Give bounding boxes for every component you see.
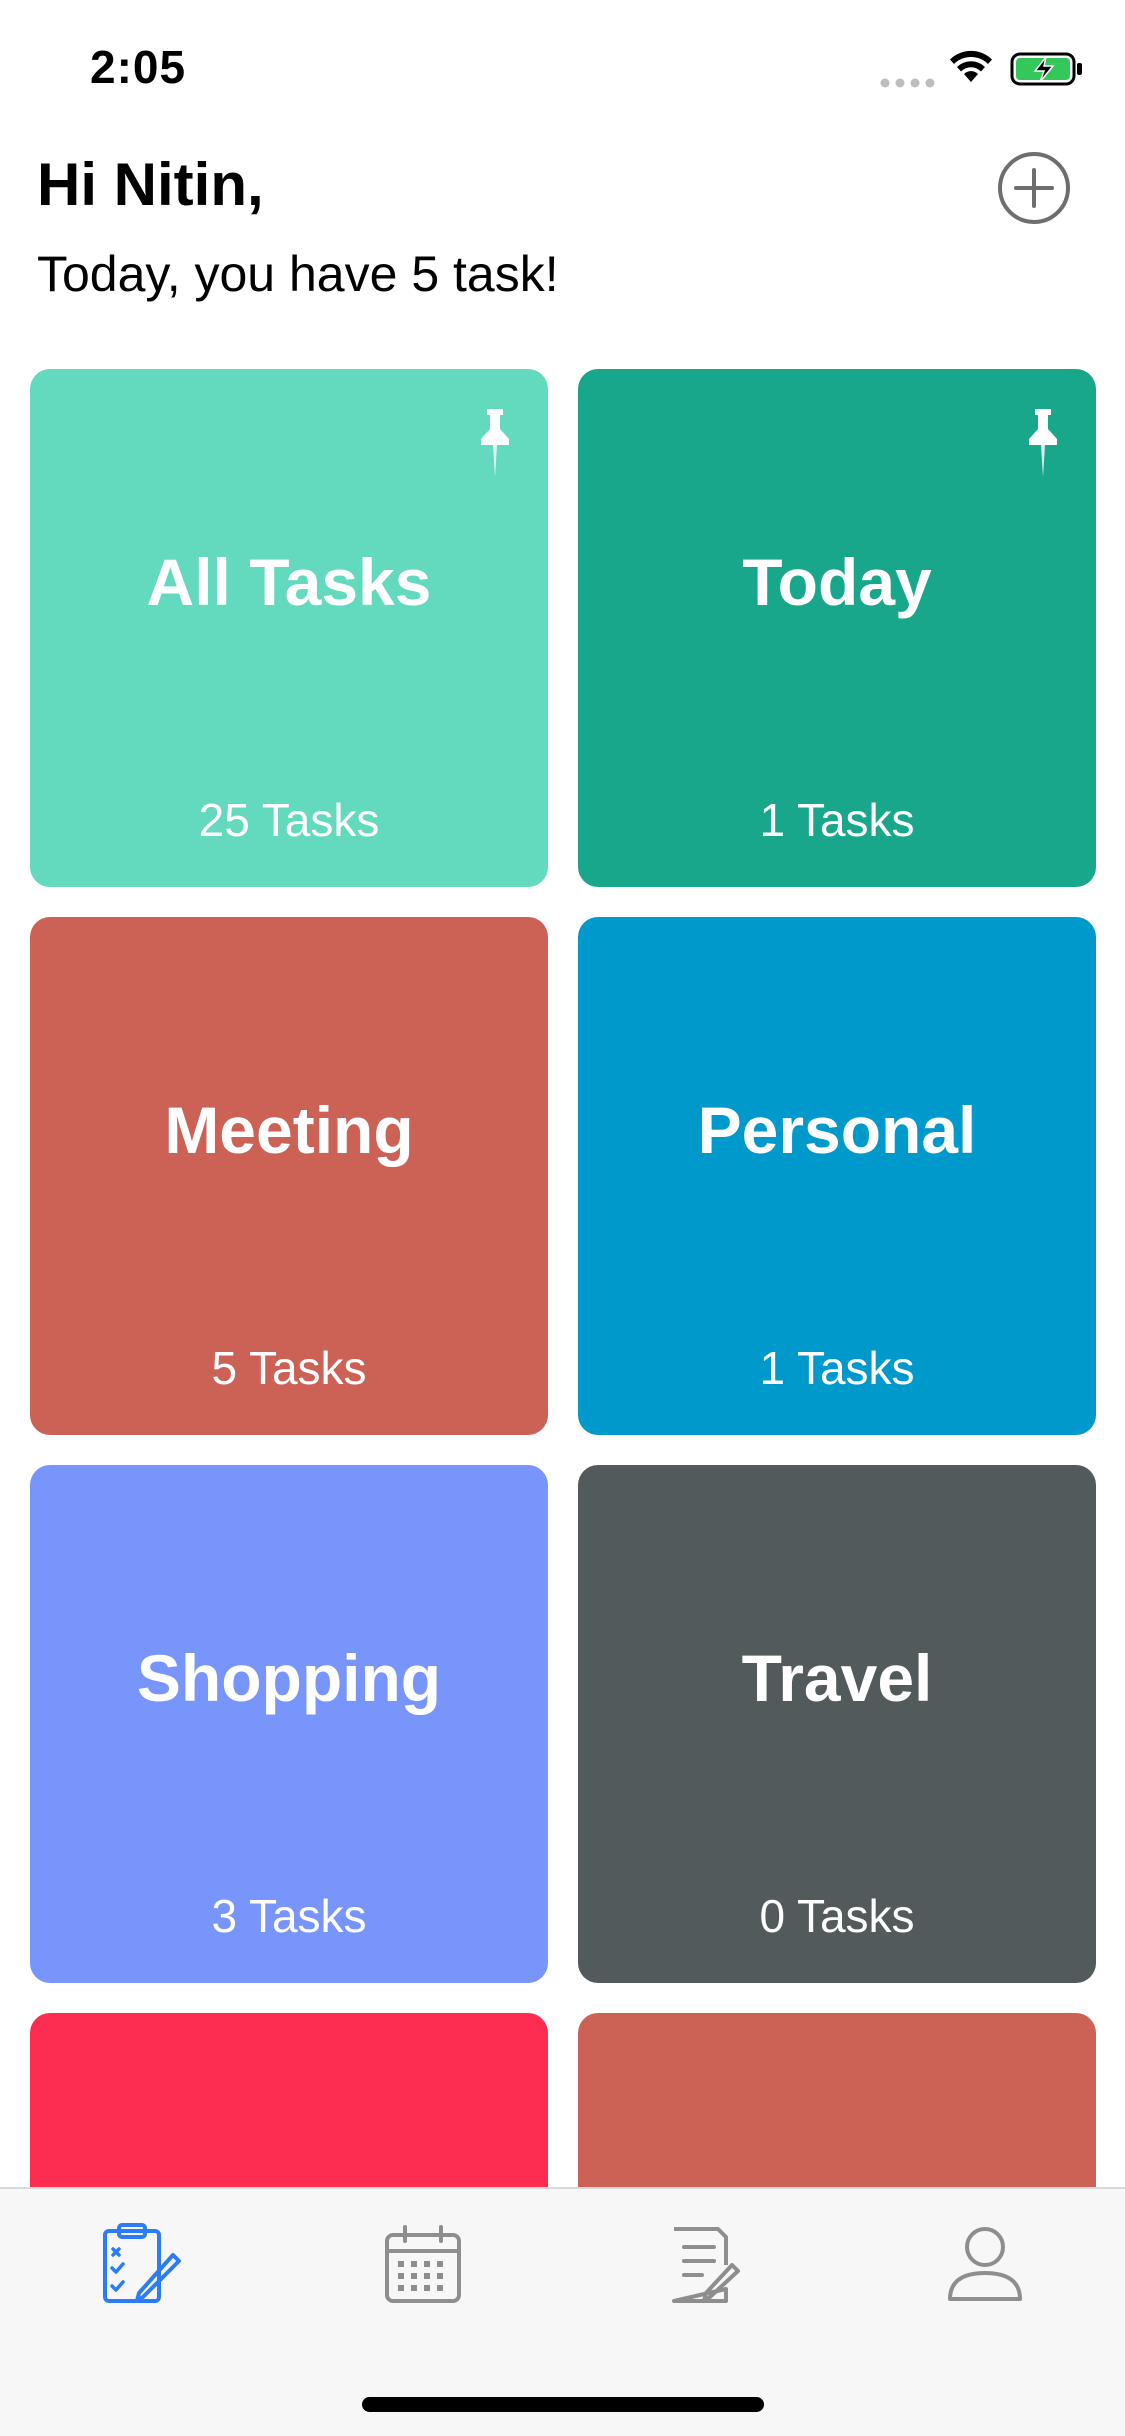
- category-task-count: 5 Tasks: [211, 1342, 367, 1394]
- category-card-travel[interactable]: Travel 0 Tasks: [578, 1465, 1096, 1983]
- task-summary-text: Today, you have 5 task!: [37, 246, 559, 302]
- category-card-shopping[interactable]: Shopping 3 Tasks: [30, 1465, 548, 1983]
- notes-icon: [672, 2227, 740, 2303]
- category-title: Today: [742, 545, 932, 619]
- category-card-today[interactable]: Today 1 Tasks: [578, 369, 1096, 887]
- battery-charging-icon: [1010, 52, 1082, 86]
- greeting-title: Hi Nitin,: [37, 151, 264, 218]
- category-title: Shopping: [136, 1641, 442, 1715]
- category-title: Meeting: [164, 1093, 414, 1167]
- app-screen: 2:05 Hi Nitin, Today, you have 5 task! A…: [0, 0, 1125, 2436]
- tab-tasks[interactable]: [97, 2219, 187, 2309]
- home-indicator[interactable]: [362, 2397, 764, 2412]
- category-task-count: 1 Tasks: [759, 1342, 915, 1394]
- tab-profile[interactable]: [940, 2219, 1030, 2309]
- task-checklist-icon: [103, 2223, 181, 2303]
- category-task-count: 25 Tasks: [198, 794, 380, 846]
- category-task-count: 1 Tasks: [759, 794, 915, 846]
- pin-icon: [481, 409, 509, 477]
- category-title: Personal: [697, 1093, 977, 1167]
- profile-icon: [948, 2227, 1022, 2301]
- status-time: 2:05: [90, 41, 187, 93]
- add-category-button[interactable]: [996, 150, 1072, 226]
- calendar-icon: [385, 2225, 461, 2303]
- category-task-count: 3 Tasks: [211, 1890, 367, 1942]
- tab-calendar[interactable]: [378, 2219, 468, 2309]
- tab-notes[interactable]: [660, 2219, 750, 2309]
- category-title: All Tasks: [146, 545, 432, 619]
- category-title: Travel: [741, 1641, 933, 1715]
- category-card-all-tasks[interactable]: All Tasks 25 Tasks: [30, 369, 548, 887]
- category-task-count: 0 Tasks: [759, 1890, 915, 1942]
- status-bar: 2:05: [0, 0, 1125, 135]
- wifi-icon: [950, 50, 992, 82]
- plus-circle-icon: [998, 152, 1070, 224]
- category-card-meeting[interactable]: Meeting 5 Tasks: [30, 917, 548, 1435]
- category-card-personal[interactable]: Personal 1 Tasks: [578, 917, 1096, 1435]
- cellular-signal-icon: [880, 78, 935, 88]
- pin-icon: [1029, 409, 1057, 477]
